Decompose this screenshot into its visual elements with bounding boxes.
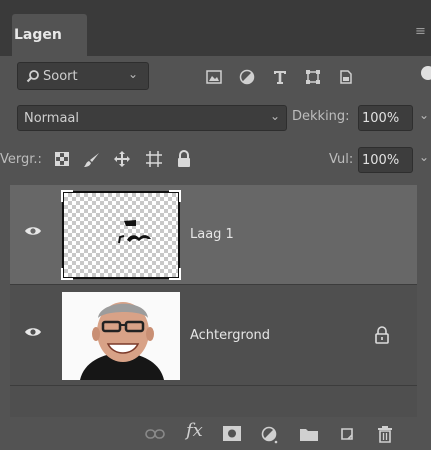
eye-icon[interactable] — [24, 225, 42, 237]
lock-image-pixels-icon[interactable] — [83, 151, 101, 169]
lock-position-icon[interactable] — [113, 150, 131, 168]
new-adjustment-layer-icon[interactable] — [261, 426, 279, 444]
fill-label: Vul: — [329, 152, 354, 167]
type-filter-icon[interactable] — [272, 69, 288, 85]
layer-filter-row: Soort ⌄ — [0, 62, 431, 94]
opacity-label: Dekking: — [292, 109, 350, 124]
panel-tab-bar: Lagen ≡ — [0, 0, 431, 56]
add-mask-icon[interactable] — [223, 426, 241, 441]
layer-name[interactable]: Achtergrond — [190, 328, 270, 343]
filter-kind-dropdown[interactable]: Soort ⌄ — [17, 62, 149, 90]
lock-row: Vergr.: Vul: 100% ⌄ — [0, 147, 431, 175]
chevron-down-icon: ⌄ — [269, 109, 280, 123]
lock-transparent-pixels-icon[interactable] — [55, 152, 69, 166]
fill-input[interactable]: 100% — [358, 147, 413, 173]
opacity-value: 100% — [362, 110, 400, 126]
chevron-down-icon[interactable]: ⌄ — [419, 150, 429, 164]
chevron-down-icon[interactable]: ⌄ — [419, 108, 429, 122]
panel-menu-icon[interactable]: ≡ — [415, 24, 431, 38]
opacity-input[interactable]: 100% — [358, 105, 413, 131]
chevron-down-icon: ⌄ — [127, 67, 138, 81]
layers-panel: Lagen ≡ Soort ⌄ Normaal ⌄ Dekking: 100% … — [0, 0, 431, 450]
blend-row: Normaal ⌄ Dekking: 100% ⌄ — [0, 105, 431, 133]
fill-value: 100% — [362, 152, 400, 168]
layer-row-laag-1[interactable]: Laag 1 — [10, 185, 417, 285]
new-layer-icon[interactable] — [339, 426, 355, 442]
layer-thumbnail[interactable] — [62, 292, 180, 380]
lock-label: Vergr.: — [0, 152, 42, 167]
layer-style-fx-icon[interactable]: fx — [186, 422, 203, 440]
delete-layer-icon[interactable] — [377, 425, 393, 443]
blend-mode-value: Normaal — [24, 110, 80, 126]
portrait-photo — [62, 292, 180, 380]
blend-mode-dropdown[interactable]: Normaal ⌄ — [17, 105, 287, 131]
eye-icon[interactable] — [24, 326, 42, 338]
link-layers-icon[interactable] — [145, 428, 165, 440]
layer-thumbnail[interactable] — [61, 190, 181, 280]
lock-all-icon[interactable] — [177, 150, 191, 167]
layer-name[interactable]: Laag 1 — [190, 227, 234, 242]
layers-bottom-toolbar: fx — [10, 418, 417, 450]
lock-artboard-icon[interactable] — [145, 150, 163, 168]
search-icon — [26, 70, 39, 83]
filter-kind-label: Soort — [43, 68, 78, 84]
lock-icon[interactable] — [374, 326, 390, 344]
tab-lagen[interactable]: Lagen — [12, 14, 87, 56]
tab-label: Lagen — [14, 27, 62, 43]
shape-filter-icon[interactable] — [305, 69, 321, 85]
filter-toggle-switch[interactable] — [421, 66, 431, 80]
new-group-icon[interactable] — [300, 427, 318, 441]
layer-row-achtergrond[interactable]: Achtergrond — [10, 286, 417, 386]
image-filter-icon[interactable] — [206, 70, 222, 84]
layer-content-mark — [118, 220, 151, 244]
adjustment-filter-icon[interactable] — [239, 69, 255, 85]
layers-list: Laag 1 Achtergrond — [10, 185, 417, 417]
smart-object-filter-icon[interactable] — [338, 69, 354, 85]
